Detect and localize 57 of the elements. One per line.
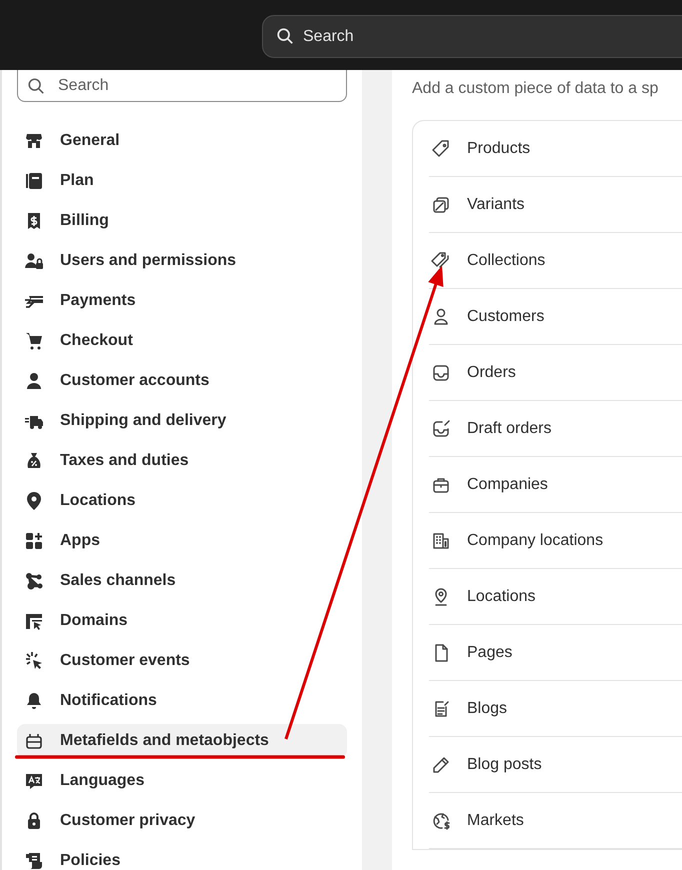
inbox-icon — [431, 362, 451, 382]
sidebar-item[interactable]: Policies — [17, 844, 347, 870]
resource-list-item[interactable]: Locations — [429, 569, 682, 625]
sidebar-item[interactable]: Locations — [17, 484, 347, 518]
sidebar-item[interactable]: Users and permissions — [17, 244, 347, 278]
sidebar-item[interactable]: Metafields and metaobjects — [17, 724, 347, 758]
sidebar-item[interactable]: Customer accounts — [17, 364, 347, 398]
bell-icon — [24, 691, 44, 711]
user-lock-icon — [24, 251, 44, 271]
building-icon — [431, 530, 451, 550]
description-text: Add a custom piece of data to a sp — [412, 80, 658, 97]
sidebar-item[interactable]: Languages — [17, 764, 347, 798]
resource-list-item[interactable]: Companies — [429, 457, 682, 513]
person-icon — [24, 371, 44, 391]
squares-icon — [431, 194, 451, 214]
sidebar-item[interactable]: Customer privacy — [17, 804, 347, 838]
sidebar-item[interactable]: Checkout — [17, 324, 347, 358]
sidebar-item[interactable]: Plan — [17, 164, 347, 198]
cart-icon — [24, 331, 44, 351]
globe-dollar-icon — [431, 810, 451, 830]
sidebar-item[interactable]: Shipping and delivery — [17, 404, 347, 438]
tags-icon — [431, 250, 451, 270]
resource-list-item[interactable]: Markets — [429, 793, 682, 849]
metafield-icon — [24, 731, 44, 751]
pencil-icon — [431, 754, 451, 774]
sidebar-item[interactable]: Billing — [17, 204, 347, 238]
browser-cursor-icon — [24, 611, 44, 631]
translate-icon — [24, 771, 44, 791]
search-icon — [276, 27, 294, 45]
sidebar-item[interactable]: General — [17, 124, 347, 158]
search-field[interactable]: Search — [17, 70, 347, 102]
document-icon — [24, 171, 44, 191]
resource-list-item[interactable]: Variants — [429, 177, 682, 233]
resource-list-item[interactable]: Company locations — [429, 513, 682, 569]
sidebar-item[interactable]: Apps — [17, 524, 347, 558]
apps-icon — [24, 531, 44, 551]
sidebar-item[interactable]: Customer events — [17, 644, 347, 678]
resource-list-item[interactable]: Blog posts — [429, 737, 682, 793]
location-pin-icon — [24, 491, 44, 511]
resource-list-item[interactable]: Orders — [429, 345, 682, 401]
sidebar-item[interactable]: Domains — [17, 604, 347, 638]
resource-list-item[interactable]: Pages — [429, 625, 682, 681]
resource-list-item[interactable]: Customers — [429, 289, 682, 345]
sidebar-item[interactable]: Taxes and duties — [17, 444, 347, 478]
cursor-click-icon — [24, 651, 44, 671]
inbox-edit-icon — [431, 418, 451, 438]
sidebar-item[interactable]: Payments — [17, 284, 347, 318]
tag-icon — [431, 138, 451, 158]
search-field[interactable]: Search — [262, 15, 682, 58]
resource-list-item[interactable]: Products — [429, 121, 682, 177]
store-icon — [24, 131, 44, 151]
sidebar-item[interactable]: Sales channels — [17, 564, 347, 598]
search-icon — [27, 77, 45, 95]
nodes-icon — [24, 571, 44, 591]
resource-list-item[interactable]: Blogs — [429, 681, 682, 737]
sidebar-item[interactable]: Notifications — [17, 684, 347, 718]
resource-list-item[interactable]: Draft orders — [429, 401, 682, 457]
